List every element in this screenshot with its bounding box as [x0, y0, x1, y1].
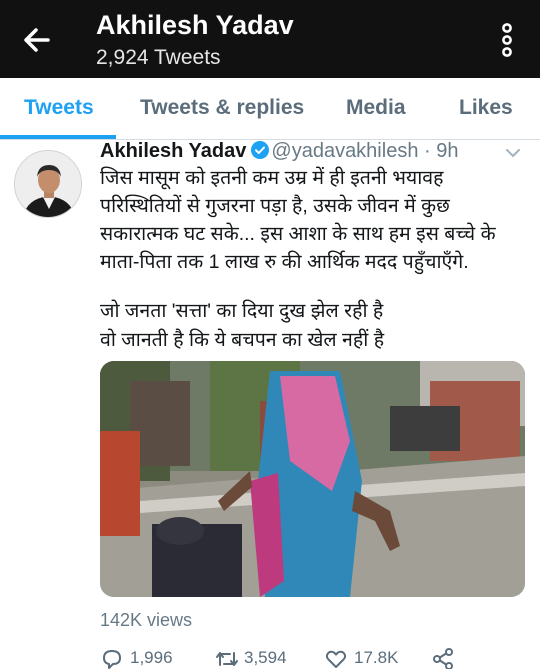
verified-badge-icon	[251, 141, 270, 159]
like-count: 17.8K	[354, 648, 399, 667]
profile-tabs: Tweets Tweets & replies Media Likes	[0, 78, 540, 140]
tweet-actions: 1,996 3,594 17.8K	[100, 645, 520, 669]
tweet-time: 9h	[436, 140, 459, 162]
tweet-handle[interactable]: @yadavakhilesh	[271, 140, 418, 162]
tweet-menu-button[interactable]	[504, 146, 522, 160]
arrow-left-icon	[24, 28, 50, 52]
retweet-count: 3,594	[244, 648, 287, 667]
back-button[interactable]	[18, 22, 58, 58]
tab-likes[interactable]: Likes	[459, 96, 513, 120]
tweet-text-line: जो जनता 'सत्ता' का दिया दुख झेल रही है	[100, 300, 384, 322]
more-options-button[interactable]	[494, 20, 520, 60]
tab-tweets[interactable]: Tweets	[24, 96, 94, 120]
chevron-down-icon	[506, 149, 520, 158]
more-vertical-icon	[502, 23, 512, 57]
tweet-count: 2,924 Tweets	[96, 46, 221, 69]
share-button[interactable]	[430, 645, 460, 669]
tweet-author[interactable]: Akhilesh Yadav	[100, 140, 246, 162]
tweet-text-line: वो जानती है कि ये बचपन का खेल नहीं है	[100, 329, 385, 351]
profile-header: Akhilesh Yadav 2,924 Tweets	[0, 0, 540, 78]
video-thumbnail	[100, 361, 525, 597]
tab-tweets-replies[interactable]: Tweets & replies	[140, 96, 304, 120]
tweet-video[interactable]	[100, 361, 525, 597]
tweet-separator: ·	[424, 140, 431, 162]
tab-media[interactable]: Media	[346, 96, 406, 120]
retweet-icon	[216, 652, 238, 666]
profile-name: Akhilesh Yadav	[96, 10, 294, 40]
avatar-image	[15, 151, 81, 217]
active-tab-indicator	[0, 135, 116, 139]
reply-count: 1,996	[130, 648, 173, 667]
tweet-text-line: जिस मासूम को इतनी कम उम्र में ही इतनी भय…	[100, 167, 444, 189]
retweet-button[interactable]: 3,594	[214, 645, 314, 669]
view-count: 142K views	[100, 610, 193, 630]
reply-icon	[103, 650, 121, 669]
reply-button[interactable]: 1,996	[100, 645, 195, 669]
share-icon	[433, 648, 453, 669]
heart-icon	[325, 650, 347, 668]
tweet-text-line: सकारात्मक घट सके... इस आशा के साथ हम इस …	[100, 223, 496, 245]
tweet-text-line: परिस्थितियों से गुजरना पड़ा है, उसके जीव…	[100, 195, 450, 217]
tweet[interactable]: Akhilesh Yadav @yadavakhilesh · 9h जिस म…	[0, 140, 540, 669]
like-button[interactable]: 17.8K	[324, 645, 424, 669]
tweet-text-line: माता-पिता तक 1 लाख रु की आर्थिक मदद पहुँ…	[100, 251, 469, 273]
avatar[interactable]	[14, 150, 82, 218]
